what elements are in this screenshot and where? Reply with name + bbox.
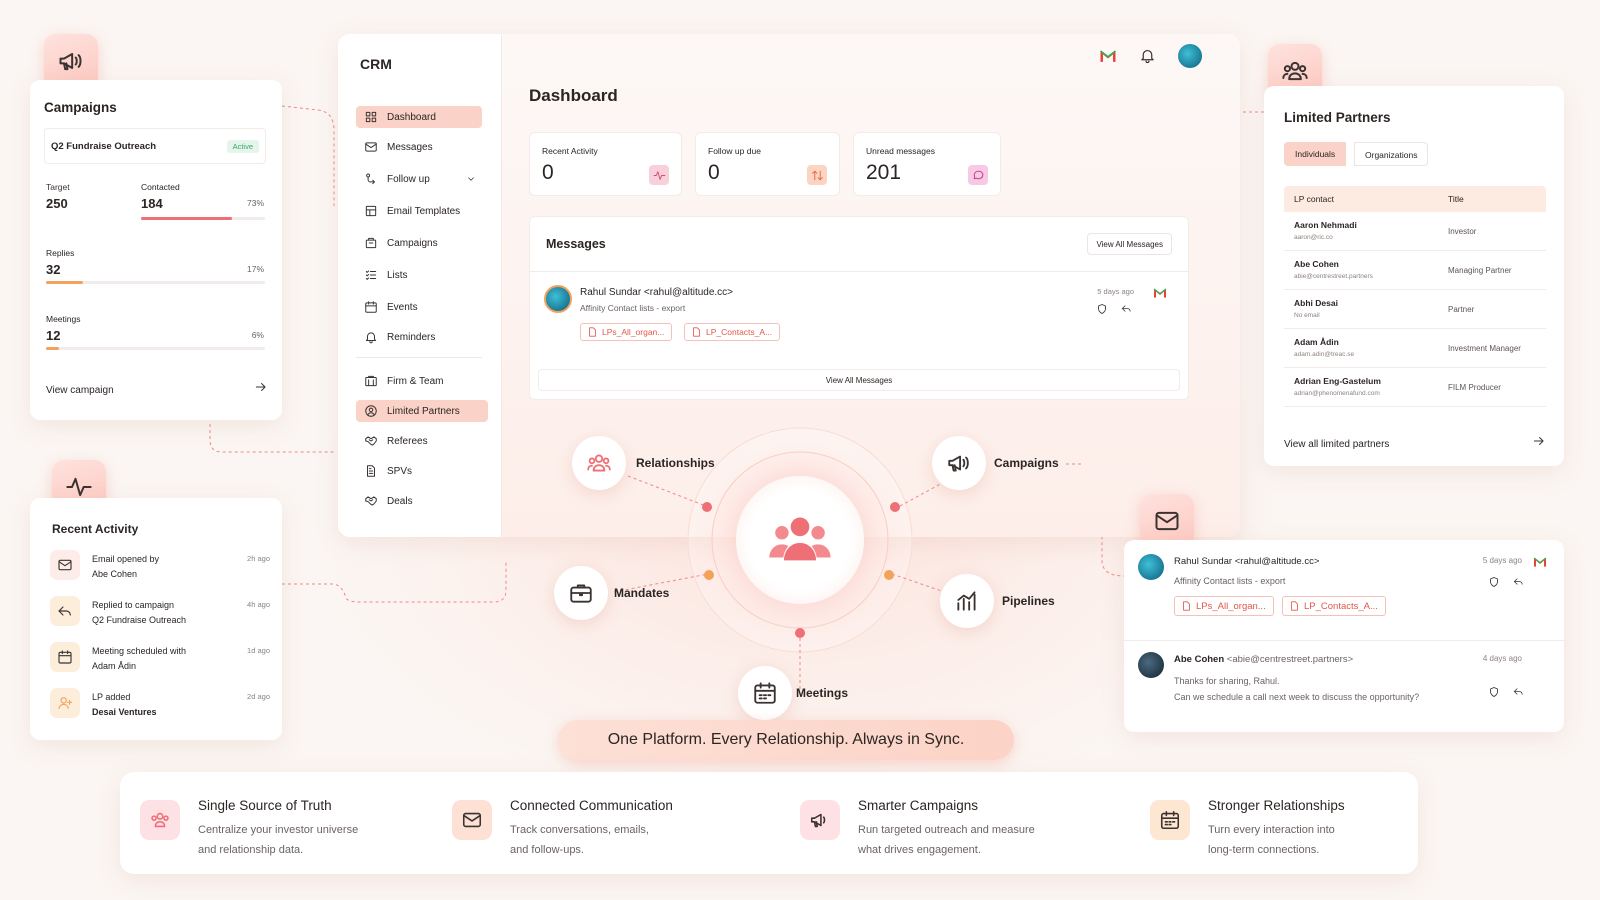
feature-desc: what drives engagement.: [858, 844, 981, 856]
briefcase-icon: [570, 584, 592, 603]
hub-label-pipelines: Pipelines: [1002, 594, 1055, 608]
feature-title: Single Source of Truth: [198, 798, 332, 813]
chart-icon: [957, 591, 976, 611]
hub-node-campaigns[interactable]: [932, 436, 986, 490]
feature-title: Smarter Campaigns: [858, 798, 979, 813]
feature-desc: Centralize your investor universe: [198, 824, 359, 836]
features-bar: Single Source of Truth Centralize your i…: [120, 772, 1418, 874]
megaphone-icon: [948, 455, 969, 472]
feature-title: Stronger Relationships: [1208, 798, 1345, 813]
hub-label-relationships: Relationships: [636, 456, 715, 470]
mail-icon: [462, 812, 482, 828]
users-icon: [151, 812, 169, 828]
hub-dot: [795, 628, 805, 638]
hub-rings: [613, 427, 1084, 690]
megaphone-icon: [810, 813, 826, 828]
tagline-pill: One Platform. Every Relationship. Always…: [558, 720, 1014, 760]
feature-desc: Track conversations, emails,: [510, 824, 649, 836]
hub-dot: [884, 570, 894, 580]
hub-label-meetings: Meetings: [796, 686, 849, 700]
hub-dot: [704, 570, 714, 580]
calendar-icon: [1160, 810, 1180, 830]
feature-desc: long-term connections.: [1208, 844, 1320, 856]
hub-center: [736, 476, 864, 604]
hub-label-mandates: Mandates: [614, 586, 670, 600]
users-icon: [587, 454, 611, 472]
hub-node-mandates[interactable]: [554, 566, 608, 620]
feature-title: Connected Communication: [510, 798, 673, 813]
hub-node-meetings[interactable]: [738, 666, 792, 720]
hub-node-pipelines[interactable]: [940, 574, 994, 628]
hub-dot: [702, 502, 712, 512]
hub-dot: [890, 502, 900, 512]
hub-node-relationships[interactable]: [572, 436, 626, 490]
calendar-icon: [754, 682, 776, 704]
feature-desc: Run targeted outreach and measure: [858, 824, 1035, 836]
feature-desc: and follow-ups.: [510, 844, 584, 856]
feature-desc: Turn every interaction into: [1208, 824, 1335, 836]
hub-label-campaigns: Campaigns: [994, 456, 1059, 470]
feature-desc: and relationship data.: [198, 844, 304, 856]
users-icon: [769, 517, 831, 561]
